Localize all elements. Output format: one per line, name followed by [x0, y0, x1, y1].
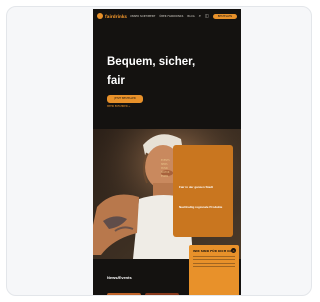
nav-link-blog[interactable]: BLOG [187, 15, 194, 18]
news-thumbnail-1[interactable] [107, 293, 141, 295]
brand-name: fairdrinks [105, 13, 127, 19]
close-icon[interactable]: × [231, 248, 236, 253]
feature-headline-2: Nachhaltig regionale Produkte [179, 205, 223, 209]
news-thumbnail-2[interactable] [145, 293, 179, 295]
preview-card: fairdrinks UNSER SORTIMENT ÜBER FAIRDRIN… [6, 6, 312, 296]
nav-link-sortiment[interactable]: UNSER SORTIMENT [130, 15, 155, 18]
info-popup: WIR SIND FÜR DICH DA × [189, 245, 239, 295]
feature-headline-1: Fair in der ganzen Stadt [179, 185, 214, 189]
hero-learn-more-link[interactable]: MEHR ERFAHREN → [107, 105, 130, 108]
website-preview: fairdrinks UNSER SORTIMENT ÜBER FAIRDRIN… [93, 9, 241, 295]
popup-text-line [193, 259, 235, 260]
vertical-ticker: EVENTS NEWS MUSIK KULTUR ESSEN [161, 159, 173, 199]
nav-link-about[interactable]: ÜBER FAIRDRINKS [159, 15, 183, 18]
hero-title: Bequem, sicher, fair [107, 53, 217, 91]
feature-panel: Fair in der ganzen Stadt Nachhaltig regi… [173, 145, 233, 237]
popup-text-line [193, 255, 235, 257]
search-icon[interactable]: ⌕ [199, 14, 201, 18]
logo-icon [97, 13, 103, 19]
hero-order-button[interactable]: JETZT BESTELLEN [107, 95, 143, 103]
hero-title-line2: fair [107, 75, 125, 87]
brand-logo[interactable]: fairdrinks [97, 13, 127, 19]
nav-links: UNSER SORTIMENT ÜBER FAIRDRINKS BLOG ⌕ ◫… [130, 13, 237, 19]
nav-order-button[interactable]: BESTELLEN [212, 13, 237, 19]
ticker-item: ESSEN [161, 175, 169, 178]
news-section-title: News/Events [107, 275, 132, 280]
popup-title: WIR SIND FÜR DICH DA [193, 249, 233, 253]
popup-text-line [193, 262, 235, 264]
cart-icon[interactable]: ◫ [205, 14, 209, 18]
hero-title-line1: Bequem, sicher, [107, 56, 196, 68]
popup-text-line [193, 266, 235, 267]
top-navigation: fairdrinks UNSER SORTIMENT ÜBER FAIRDRIN… [93, 9, 241, 23]
